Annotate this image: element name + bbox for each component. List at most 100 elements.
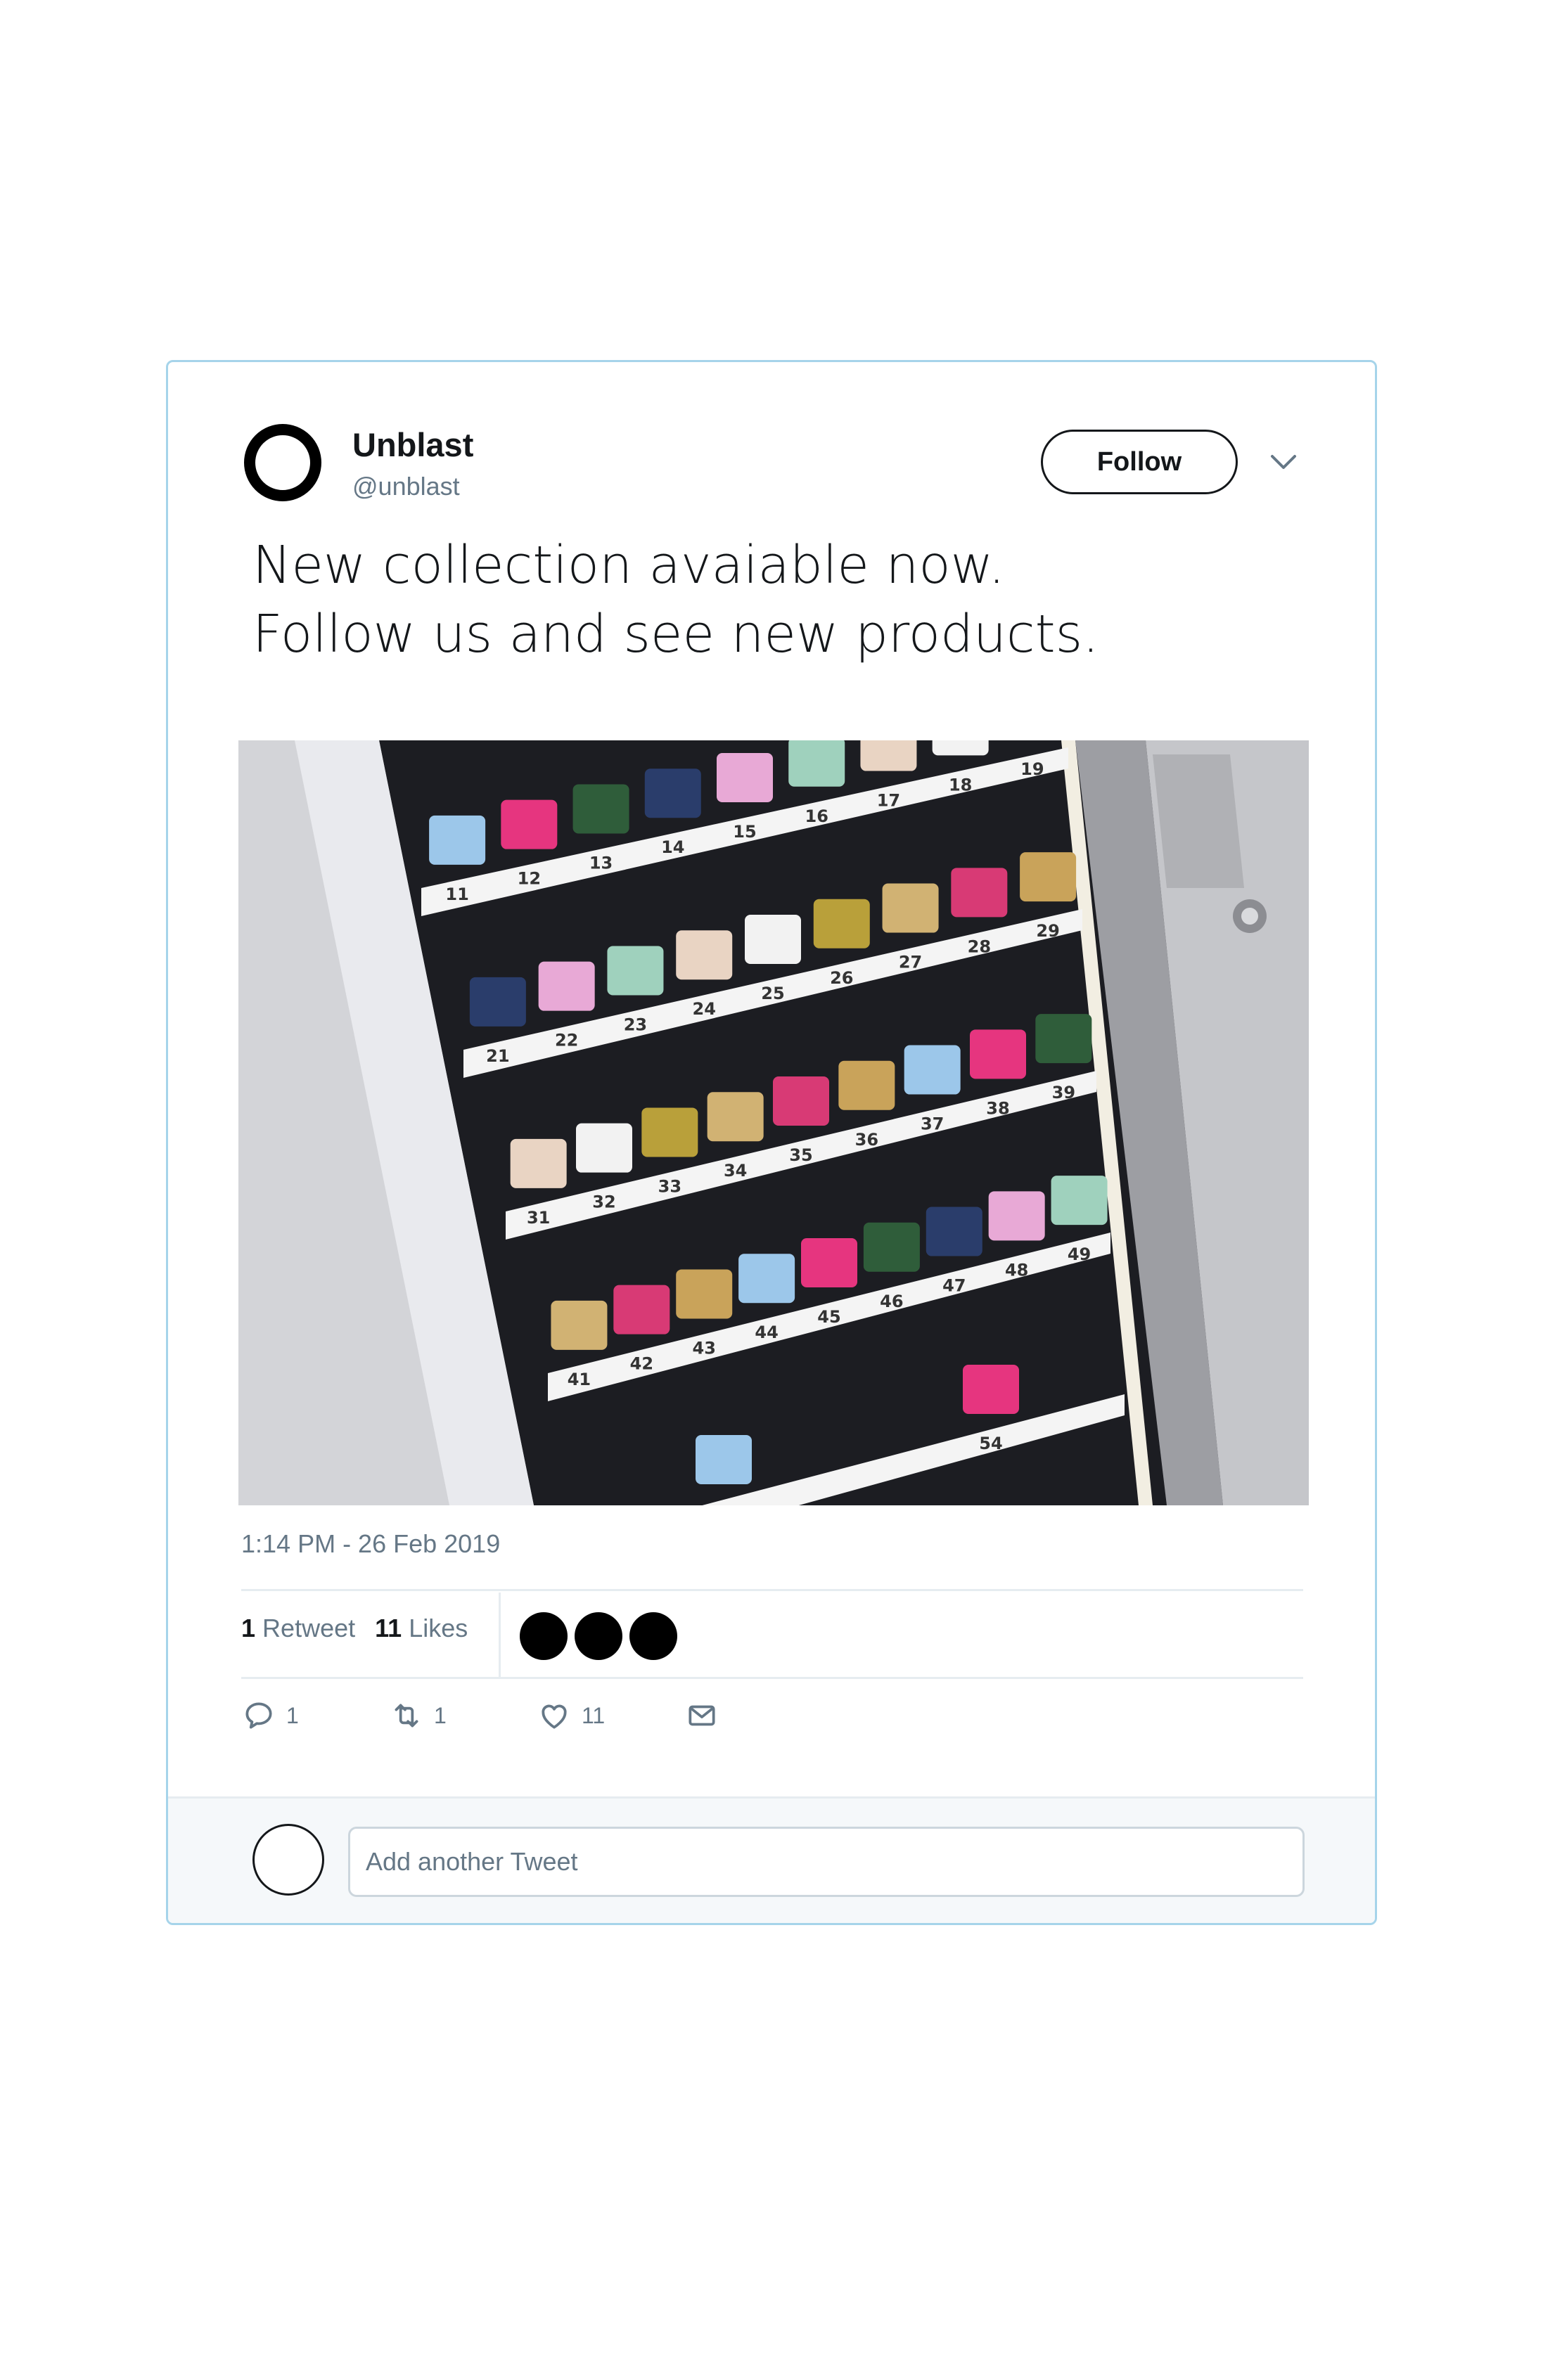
divider-bottom (241, 1677, 1303, 1679)
product-bag (788, 740, 845, 787)
slot-number-label: 28 (968, 937, 991, 956)
retweet-action[interactable]: 1 (389, 1698, 447, 1733)
reply-bar: Add another Tweet (168, 1796, 1375, 1923)
product-bag (882, 883, 939, 933)
likes-stat[interactable]: 11 Likes (375, 1614, 468, 1643)
slot-number-label: 29 (1036, 921, 1059, 941)
product-bag (860, 740, 917, 771)
slot-number-label: 18 (949, 775, 972, 795)
reply-input[interactable]: Add another Tweet (348, 1827, 1305, 1897)
product-bag (696, 1435, 752, 1484)
product-bag (863, 1222, 920, 1272)
product-bag (551, 1300, 608, 1350)
product-bag (963, 1365, 1019, 1414)
product-bag (904, 1045, 961, 1095)
slot-number-label: 27 (899, 953, 922, 972)
timestamp[interactable]: 1:14 PM - 26 Feb 2019 (241, 1529, 500, 1559)
slot-number-label: 46 (880, 1292, 903, 1311)
product-bag (773, 1076, 829, 1126)
likes-label: Likes (409, 1614, 468, 1642)
likes-count: 11 (375, 1614, 402, 1642)
reply-avatar (252, 1824, 324, 1896)
tweet-text-line-2: Follow us and see new products. (252, 604, 1099, 664)
slot-number-label: 37 (921, 1114, 944, 1134)
product-bag (538, 961, 595, 1011)
slot-number-label: 45 (817, 1307, 840, 1327)
slot-number-label: 26 (830, 968, 853, 988)
product-bag (607, 946, 664, 996)
slot-number-label: 42 (630, 1354, 653, 1374)
like-count: 11 (582, 1702, 606, 1728)
product-bag (501, 799, 558, 849)
tweet-media-photo[interactable]: 11 12 13 14 15 16 17 18 19 21 22 23 24 25 26 27 28 29 31 32… (238, 740, 1309, 1505)
slot-number-label: 36 (855, 1130, 878, 1150)
reply-action[interactable]: 1 (241, 1698, 299, 1733)
product-bag (838, 1060, 895, 1110)
stats-divider (499, 1593, 501, 1677)
retweet-icon (395, 1704, 418, 1728)
follow-button[interactable]: Follow (1041, 430, 1238, 494)
slot-number-label: 35 (789, 1145, 812, 1165)
engagement-stats: 1 Retweet 11 Likes (241, 1614, 468, 1643)
product-bag (469, 977, 526, 1027)
slot-number-label: 15 (733, 822, 756, 842)
slot-number-label: 34 (724, 1161, 747, 1181)
slot-number-label: 13 (589, 853, 613, 873)
product-bag (1020, 852, 1077, 902)
product-bag (676, 930, 733, 980)
slot-number-label: 39 (1052, 1083, 1075, 1102)
product-bag (813, 899, 870, 948)
slot-number-label: 54 (979, 1434, 1002, 1453)
slot-number-label: 47 (942, 1276, 966, 1296)
product-bag (932, 740, 989, 756)
product-bag (738, 1254, 795, 1304)
slot-number-label: 25 (761, 984, 784, 1003)
product-bag (576, 1123, 632, 1173)
avatar[interactable] (244, 424, 321, 501)
tweet-text: New collection avaiable now. Follow us a… (252, 531, 1307, 669)
slot-number-label: 16 (805, 806, 828, 826)
product-bag (970, 1029, 1026, 1079)
product-bag (429, 815, 486, 865)
tweet-card: Unblast @unblast Follow New collection a… (166, 360, 1377, 1925)
slot-number-label: 17 (877, 791, 900, 811)
product-bag (801, 1238, 857, 1287)
product-bag (717, 753, 773, 802)
liker-avatar[interactable] (520, 1612, 568, 1660)
slot-number-label: 38 (986, 1098, 1009, 1118)
like-action[interactable]: 11 (537, 1698, 605, 1733)
slot-number-label: 11 (445, 885, 468, 904)
heart-icon (542, 1704, 567, 1729)
slot-number-label: 53 (712, 1504, 735, 1505)
slot-number-label: 49 (1068, 1244, 1091, 1264)
display-name[interactable]: Unblast (352, 425, 473, 464)
slot-number-label: 12 (518, 869, 541, 889)
retweets-stat[interactable]: 1 Retweet (241, 1614, 355, 1643)
slot-number-label: 31 (527, 1208, 550, 1228)
chevron-down-icon[interactable] (1268, 448, 1299, 476)
slot-number-label: 23 (624, 1015, 647, 1034)
slot-number-label: 44 (755, 1323, 778, 1342)
tweet-actions: 1 1 11 (241, 1698, 804, 1740)
liker-avatar[interactable] (629, 1612, 677, 1660)
handle[interactable]: @unblast (352, 472, 460, 501)
envelope-icon (689, 1705, 715, 1726)
slot-number-label: 22 (555, 1031, 578, 1050)
slot-number-label: 21 (486, 1046, 509, 1066)
product-bag (644, 768, 701, 818)
slot-number-label: 33 (658, 1176, 681, 1196)
message-action[interactable] (684, 1698, 719, 1733)
slot-number-label: 14 (661, 837, 684, 857)
slot-number-label: 48 (1005, 1260, 1028, 1280)
product-bag (707, 1092, 764, 1142)
product-bag (1051, 1176, 1108, 1226)
retweets-label: Retweet (262, 1614, 356, 1642)
tweet-text-line-1: New collection avaiable now. (252, 535, 1005, 596)
reply-icon (245, 1702, 272, 1729)
vending-machine-image: 11 12 13 14 15 16 17 18 19 21 22 23 24 25 26 27 28 29 31 32… (238, 740, 1309, 1505)
liker-avatar[interactable] (575, 1612, 622, 1660)
retweet-count: 1 (434, 1702, 447, 1728)
product-bag (988, 1191, 1045, 1241)
retweets-count: 1 (241, 1614, 256, 1642)
product-bag (572, 784, 629, 834)
